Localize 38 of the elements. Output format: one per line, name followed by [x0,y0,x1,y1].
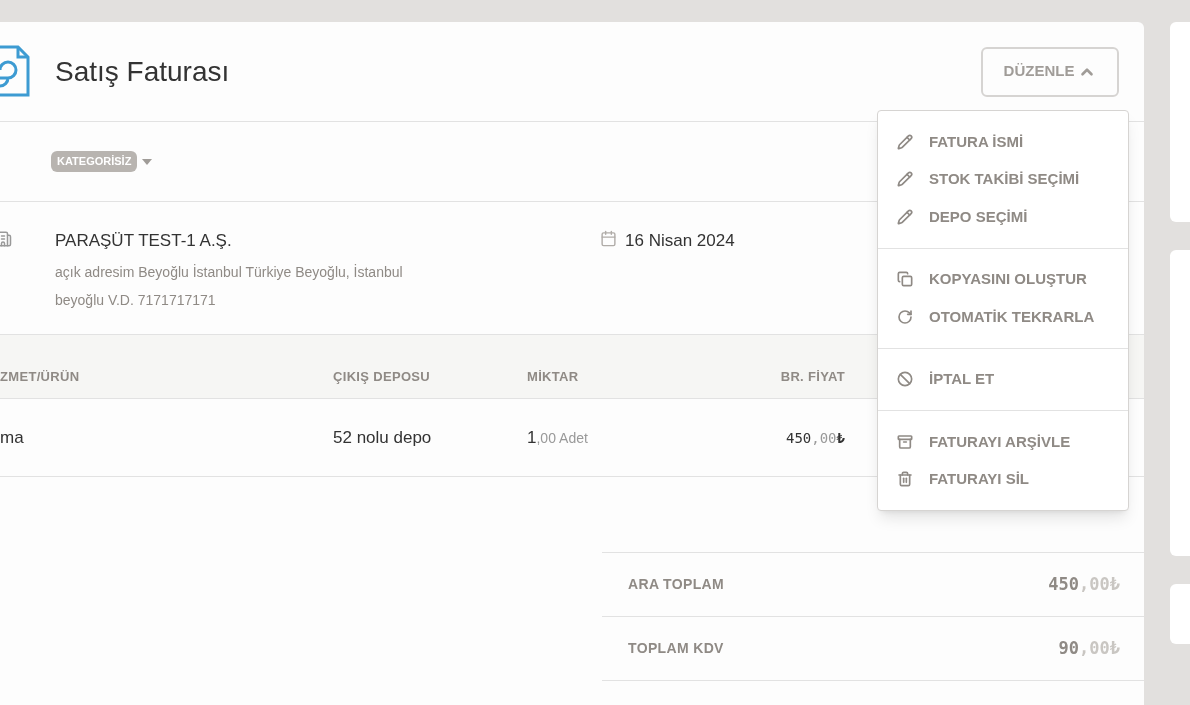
customer-address: açık adresim Beyoğlu İstanbul Türkiye Beyoğlu, İstanbul [55,262,404,282]
archive-icon [897,433,913,450]
column-header: ZMET/ÜRÜN [0,367,81,386]
table-cell-text: ma [0,426,25,449]
column-header: MİKTAR [527,367,580,386]
invoice-date: 16 Nisan 2024 [625,230,735,252]
tax-office: beyoğlu V.D. 7171717171 [55,290,217,310]
copy-icon [897,271,913,288]
column-header: ÇIKIŞ DEPOSU [333,367,432,386]
table-cell-text: 52 nolu depo [333,426,433,449]
menu-item[interactable]: STOK TAKİBİ SEÇİMİ [878,160,1128,198]
menu-item[interactable]: DEPO SEÇİMİ [878,198,1128,236]
customer-name: PARAŞÜT TEST-1 A.Ş. [55,230,233,252]
pencil-icon [897,171,913,188]
menu-item[interactable]: KOPYASINI OLUŞTUR [878,260,1128,298]
pencil-icon [897,208,913,225]
caret-down-icon [141,157,154,166]
pencil-icon [897,133,913,150]
menu-item[interactable]: FATURAYI ARŞİVLE [878,423,1128,461]
menu-item[interactable]: FATURA İSMİ [878,123,1128,161]
total-label: TOPLAM KDV [628,639,724,658]
refresh-icon [897,308,913,325]
menu-item[interactable]: OTOMATİK TEKRARLA [878,298,1128,336]
menu-item[interactable]: İPTAL ET [878,360,1128,398]
table-cell-text: 1,00 Adet [527,426,589,449]
page-title: Satış Faturası [55,54,230,89]
ban-icon [897,371,913,388]
trash-icon [897,471,913,488]
document-icon [0,44,30,99]
menu-item[interactable]: FATURAYI SİL [878,460,1128,498]
edit-button[interactable]: DÜZENLE [981,46,1119,97]
total-value: 450,00₺ [1048,573,1120,594]
table-cell: 450,00₺ [785,429,845,446]
calendar-icon [600,230,617,247]
total-value: 90,00₺ [1058,637,1120,658]
column-header: BR. FİYAT [779,367,845,386]
total-label: ARA TOPLAM [628,575,725,594]
side-panel [1170,584,1190,644]
